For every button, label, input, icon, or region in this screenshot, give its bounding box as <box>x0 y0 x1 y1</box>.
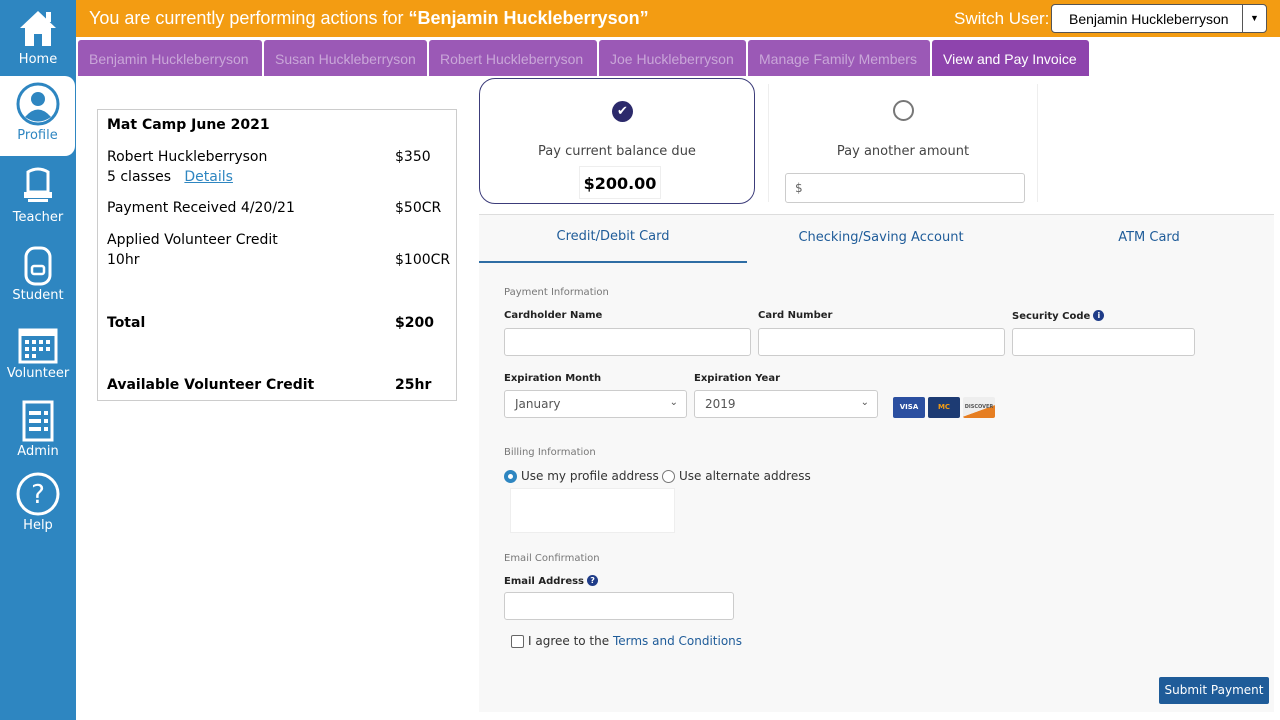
profile-icon <box>16 82 59 126</box>
clipboard-icon <box>22 400 54 442</box>
nav-admin-label: Admin <box>17 444 59 459</box>
tab-benjamin[interactable]: Benjamin Huckleberryson <box>78 40 262 76</box>
pay-balance-option[interactable]: ✔ Pay current balance due $200.00 <box>479 78 755 204</box>
switch-user-value: Benjamin Huckleberryson <box>1069 11 1229 27</box>
nav-help[interactable]: ? Help <box>0 466 76 544</box>
calendar-icon <box>18 328 58 364</box>
total-label: Total <box>107 315 146 331</box>
terms-link[interactable]: Terms and Conditions <box>613 634 742 648</box>
total-value: $200 <box>395 315 434 331</box>
pay-other-label: Pay another amount <box>836 144 970 159</box>
nav-student-label: Student <box>12 288 64 303</box>
submit-payment-button[interactable]: Submit Payment <box>1159 677 1269 704</box>
invoice-payment: Payment Received 4/20/21 <box>107 200 295 216</box>
visa-icon: VISA <box>893 397 925 418</box>
cardholder-label: Cardholder Name <box>504 310 603 321</box>
nav-profile-label: Profile <box>17 128 58 143</box>
security-code-input[interactable] <box>1012 328 1195 356</box>
switch-user-select[interactable]: Benjamin Huckleberryson ▼ <box>1051 4 1267 33</box>
invoice-summary: Mat Camp June 2021 Robert Huckleberryson… <box>97 109 457 401</box>
invoice-payment-amount: $50CR <box>395 200 442 216</box>
chevron-down-icon: ⌄ <box>860 397 869 408</box>
switch-user-label: Switch User: <box>954 9 1050 28</box>
alternate-address-radio[interactable] <box>662 470 675 483</box>
help-icon: ? <box>16 472 60 516</box>
teacher-icon <box>24 167 52 202</box>
tab-susan[interactable]: Susan Huckleberryson <box>264 40 427 76</box>
invoice-student: Robert Huckleberryson <box>107 149 268 165</box>
sidebar: Home Profile Teacher Student Volunteer A… <box>0 0 76 720</box>
tab-joe[interactable]: Joe Huckleberryson <box>599 40 746 76</box>
chevron-down-icon[interactable]: ▼ <box>1242 5 1266 32</box>
invoice-title: Mat Camp June 2021 <box>107 117 270 133</box>
nav-teacher-label: Teacher <box>12 210 64 225</box>
nav-home-label: Home <box>18 52 58 67</box>
tab-manage-family[interactable]: Manage Family Members <box>748 40 930 76</box>
home-icon <box>20 11 56 46</box>
info-icon[interactable]: i <box>1093 310 1105 321</box>
invoice-credit-amount: $100CR <box>395 252 451 268</box>
svg-text:?: ? <box>31 480 45 510</box>
check-circle-icon: ✔ <box>612 101 633 122</box>
exp-month-label: Expiration Month <box>504 373 602 384</box>
family-tabs: Benjamin Huckleberryson Susan Huckleberr… <box>76 37 1280 76</box>
nav-student[interactable]: Student <box>0 236 76 314</box>
acting-user-bar: You are currently performing actions for… <box>76 0 1280 37</box>
exp-year-select[interactable]: 2019 ⌄ <box>694 390 878 418</box>
profile-address-radio[interactable] <box>504 470 517 483</box>
invoice-classes: 5 classes <box>107 169 172 185</box>
details-link[interactable]: Details <box>184 169 233 185</box>
nav-home[interactable]: Home <box>0 0 76 78</box>
chevron-down-icon: ⌄ <box>669 397 678 408</box>
invoice-credit: Applied Volunteer Credit <box>107 232 278 248</box>
payment-form: Credit/Debit Card Checking/Saving Accoun… <box>479 214 1274 712</box>
help-circle-icon[interactable]: ? <box>587 575 599 586</box>
cardholder-input[interactable] <box>504 328 751 356</box>
available-credit-value: 25hr <box>395 377 432 393</box>
invoice-student-amount: $350 <box>395 149 431 165</box>
tab-credit-debit[interactable]: Credit/Debit Card <box>479 229 747 263</box>
tab-view-pay-invoice[interactable]: View and Pay Invoice <box>932 40 1089 76</box>
acting-message: You are currently performing actions for <box>89 8 409 28</box>
radio-unselected-icon[interactable] <box>893 100 914 121</box>
invoice-credit-hours: 10hr <box>107 252 140 268</box>
alternate-address-label: Use alternate address <box>679 469 811 483</box>
tab-robert[interactable]: Robert Huckleberryson <box>429 40 597 76</box>
backpack-icon <box>24 246 52 286</box>
exp-month-value: January <box>515 397 561 411</box>
pay-balance-label: Pay current balance due <box>538 144 696 159</box>
nav-profile[interactable]: Profile <box>0 76 75 156</box>
address-box <box>510 488 675 533</box>
card-number-input[interactable] <box>758 328 1005 356</box>
exp-month-select[interactable]: January ⌄ <box>504 390 687 418</box>
exp-year-value: 2019 <box>705 397 736 411</box>
nav-volunteer-label: Volunteer <box>6 366 70 381</box>
email-label: Email Address <box>504 576 585 587</box>
payment-panel: ✔ Pay current balance due $200.00 Pay an… <box>478 78 1274 712</box>
nav-volunteer[interactable]: Volunteer <box>0 314 76 392</box>
discover-icon: DISCOVER <box>963 397 995 418</box>
nav-help-label: Help <box>23 518 53 533</box>
mastercard-icon: MC <box>928 397 960 418</box>
email-input[interactable] <box>504 592 734 620</box>
nav-teacher[interactable]: Teacher <box>0 158 76 236</box>
payment-info-heading: Payment Information <box>504 287 609 298</box>
profile-address-label: Use my profile address <box>521 469 659 483</box>
tab-atm-card[interactable]: ATM Card <box>1015 230 1280 245</box>
terms-checkbox[interactable] <box>511 635 524 648</box>
nav-admin[interactable]: Admin <box>0 392 76 470</box>
balance-amount: $200.00 <box>579 166 661 199</box>
security-code-label: Security Code <box>1012 311 1091 322</box>
exp-year-label: Expiration Year <box>694 373 781 384</box>
email-heading: Email Confirmation <box>504 553 600 564</box>
billing-heading: Billing Information <box>504 447 596 458</box>
card-number-label: Card Number <box>758 310 833 321</box>
tab-checking-saving[interactable]: Checking/Saving Account <box>747 230 1015 245</box>
acting-user-name: “Benjamin Huckleberryson” <box>408 8 649 28</box>
pay-other-option[interactable]: Pay another amount $ <box>768 84 1038 203</box>
agree-label: I agree to the <box>528 634 613 648</box>
other-amount-input[interactable]: $ <box>785 173 1025 203</box>
available-credit-label: Available Volunteer Credit <box>107 377 315 393</box>
